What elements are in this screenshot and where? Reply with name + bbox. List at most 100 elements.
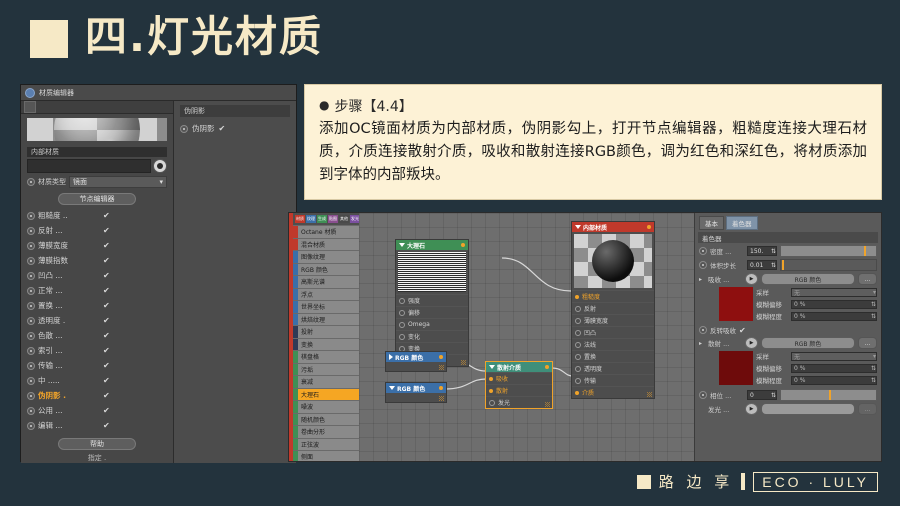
node-inner-material[interactable]: 内部材质 粗糙度 反射 薄膜宽度 凹凸 法线 置换 透明度 传输 介质 [571, 221, 655, 399]
property-radio[interactable] [27, 241, 35, 250]
property-radio[interactable] [27, 331, 35, 340]
expand-arrow-icon[interactable]: ▸ [699, 276, 705, 283]
node-port[interactable]: 传输 [572, 374, 654, 386]
property-radio[interactable] [27, 301, 35, 310]
property-row[interactable]: 透明度 . ✔ [27, 313, 167, 328]
resize-handle-icon[interactable] [461, 360, 466, 365]
stepper-icon[interactable]: ⇅ [871, 377, 876, 384]
stepper-icon[interactable]: ⇅ [871, 365, 876, 372]
scatter-shader-value[interactable]: RGB 颜色 [761, 337, 855, 349]
library-item[interactable]: 浮点 [293, 288, 359, 300]
blur-scale-input[interactable]: 0 % ⇅ [791, 311, 877, 321]
tab-basic[interactable]: 基本 [699, 216, 724, 230]
absorb-more-button[interactable]: ... [858, 273, 877, 285]
blur-scale-row[interactable]: 模糊程度 0 % ⇅ [756, 311, 877, 321]
inner-material-input-row[interactable] [27, 159, 167, 173]
stepper-icon[interactable]: ⇅ [771, 392, 776, 399]
help-button[interactable]: 帮助 [58, 438, 136, 450]
node-port[interactable]: 置换 [572, 350, 654, 362]
check-icon[interactable]: ✔ [103, 286, 110, 295]
node-port[interactable]: 强度 [396, 294, 468, 306]
property-row[interactable]: 凹凸 ... ✔ [27, 268, 167, 283]
output-port-icon[interactable] [439, 386, 443, 390]
property-row[interactable]: 公用 ... ✔ [27, 403, 167, 418]
library-item[interactable]: Octane 材质 [293, 226, 359, 238]
property-radio[interactable] [27, 391, 35, 400]
invert-absorb-radio[interactable] [699, 326, 707, 334]
density-input[interactable]: 150. ⇅ [747, 246, 777, 256]
property-radio[interactable] [27, 211, 35, 220]
output-port-icon[interactable] [647, 225, 651, 229]
sample-select[interactable]: 无 ▾ [791, 351, 877, 361]
check-icon[interactable]: ✔ [103, 391, 110, 400]
check-icon[interactable]: ✔ [103, 211, 110, 220]
node-rgb-top-header[interactable]: RGB 颜色 [386, 352, 446, 362]
property-row[interactable]: 薄膜指数 ✔ [27, 253, 167, 268]
material-type-row[interactable]: 材质类型 镜面 ▾ [27, 176, 167, 188]
check-icon[interactable]: ✔ [103, 361, 110, 370]
node-port[interactable]: 反射 [572, 302, 654, 314]
check-icon[interactable]: ✔ [103, 316, 110, 325]
phase-row[interactable]: 相位 ... 0 ⇅ [695, 387, 881, 401]
node-marble-header[interactable]: 大理石 [396, 240, 468, 250]
property-row[interactable]: 置换 ... ✔ [27, 298, 167, 313]
resize-handle-icon[interactable] [545, 402, 550, 407]
node-port[interactable]: 薄膜宽度 [572, 314, 654, 326]
check-icon[interactable]: ✔ [103, 406, 110, 415]
stepper-icon[interactable]: ⇅ [771, 262, 776, 269]
node-graph-canvas[interactable]: 大理石 强度 偏移 Omega 变化 变换 投射 内部材质 粗糙度 反射 [359, 213, 694, 461]
slider-knob[interactable] [828, 390, 831, 400]
blur-offset-input[interactable]: 0 % ⇅ [791, 299, 877, 309]
blur-offset-row[interactable]: 模糊偏移 0 % ⇅ [756, 363, 877, 373]
library-item[interactable]: 卷曲分形 [293, 426, 359, 438]
sample-select[interactable]: 无 ▾ [791, 287, 877, 297]
property-radio[interactable] [27, 421, 35, 430]
node-rgb-bottom[interactable]: RGB 颜色 [385, 382, 447, 403]
property-radio[interactable] [27, 361, 35, 370]
scatter-more-button[interactable]: ... [858, 337, 877, 349]
volume-step-input[interactable]: 0.01 ⇅ [747, 260, 777, 270]
library-item[interactable]: 随机颜色 [293, 413, 359, 425]
node-port-emission[interactable]: 发光 [486, 396, 552, 408]
node-scatter-medium-header[interactable]: 散射介质 [486, 362, 552, 372]
density-radio[interactable] [699, 247, 707, 255]
blur-scale-row[interactable]: 模糊程度 0 % ⇅ [756, 375, 877, 385]
phase-radio[interactable] [699, 391, 707, 399]
property-radio[interactable] [27, 406, 35, 415]
assign-label[interactable]: 指定 . [21, 453, 173, 463]
volume-step-slider[interactable] [780, 259, 877, 271]
node-port[interactable]: 凹凸 [572, 326, 654, 338]
property-row[interactable]: 色散 ... ✔ [27, 328, 167, 343]
tab-texture[interactable]: 纹理 [306, 215, 316, 223]
check-icon[interactable]: ✔ [103, 376, 110, 385]
library-item[interactable]: 投射 [293, 326, 359, 338]
property-row[interactable]: 正常 ... ✔ [27, 283, 167, 298]
property-row[interactable]: 编辑 ... ✔ [27, 418, 167, 433]
node-port-absorb[interactable]: 吸收 [486, 372, 552, 384]
check-icon[interactable]: ✔ [103, 331, 110, 340]
stepper-icon[interactable]: ⇅ [871, 301, 876, 308]
phase-slider[interactable] [780, 389, 877, 401]
slider-knob[interactable] [782, 260, 784, 270]
output-port-icon[interactable] [545, 365, 549, 369]
library-item[interactable]: 正弦波 [293, 438, 359, 450]
check-icon[interactable]: ✔ [103, 241, 110, 250]
material-type-radio[interactable] [27, 178, 35, 186]
property-row[interactable]: 中 ..... ✔ [27, 373, 167, 388]
absorb-link-icon[interactable]: ▶ [745, 273, 758, 285]
library-item[interactable]: 噪波 [293, 401, 359, 413]
property-radio[interactable] [27, 286, 35, 295]
property-radio[interactable] [27, 226, 35, 235]
density-slider[interactable] [780, 245, 877, 257]
sample-row[interactable]: 采样无 ▾ [756, 287, 877, 297]
node-port[interactable]: Omega [396, 318, 468, 330]
library-item-marble[interactable]: 大理石 [293, 388, 359, 400]
expand-arrow-icon[interactable]: ▸ [699, 340, 705, 347]
property-radio[interactable] [27, 271, 35, 280]
emission-more-button[interactable]: ... [858, 403, 877, 415]
check-icon[interactable]: ✔ [103, 421, 110, 430]
resize-handle-icon[interactable] [647, 392, 652, 397]
node-port[interactable]: 透明度 [572, 362, 654, 374]
property-radio[interactable] [27, 346, 35, 355]
emission-link-icon[interactable]: ▶ [745, 403, 758, 415]
